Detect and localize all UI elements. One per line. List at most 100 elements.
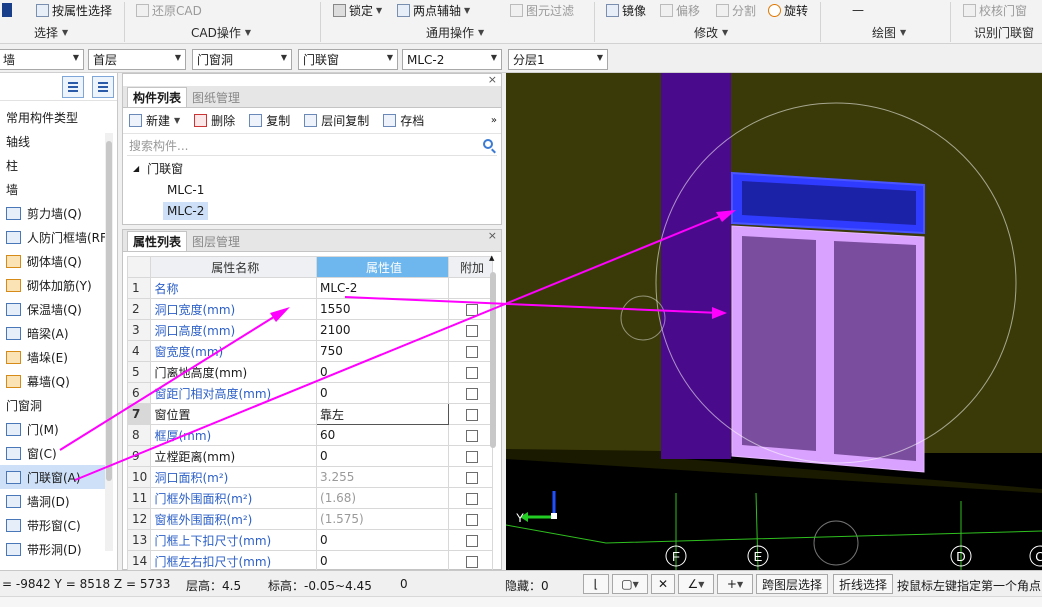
component-name-combo[interactable]: MLC-2 ▼ — [402, 49, 502, 70]
search-icon[interactable] — [483, 139, 493, 149]
property-value-cell[interactable]: 0 — [316, 550, 449, 572]
cross-layer-select-button[interactable]: 跨图层选择 — [756, 574, 828, 594]
property-value-cell[interactable]: (1.575) — [316, 508, 449, 530]
tree-item-door[interactable]: 门(M) — [0, 417, 105, 441]
extra-checkbox[interactable] — [465, 303, 478, 316]
property-row[interactable]: 8 框厚(mm) 60 — [126, 424, 494, 446]
tree-category[interactable]: 门窗洞 — [0, 393, 105, 417]
tab-property-list[interactable]: 属性列表 — [127, 231, 188, 251]
icon-view-button[interactable] — [92, 76, 114, 98]
property-row[interactable]: 7 窗位置 靠左 — [126, 403, 494, 425]
property-row[interactable]: 3 洞口高度(mm) 2100 — [126, 319, 494, 341]
tree-category[interactable]: 柱 — [0, 153, 105, 177]
tree-item-shear-wall[interactable]: 剪力墙(Q) — [0, 201, 105, 225]
property-value-cell[interactable]: 60 — [316, 424, 449, 446]
property-row[interactable]: 5 门离地高度(mm) 0 — [126, 361, 494, 383]
extra-checkbox[interactable] — [465, 387, 478, 400]
angle-snap-button[interactable]: ∠ ▼ — [678, 574, 714, 594]
tree-item[interactable]: MLC-1 — [123, 179, 501, 200]
tree-item-hidden-beam[interactable]: 暗梁(A) — [0, 321, 105, 345]
property-row[interactable]: 10 洞口面积(m²) 3.255 — [126, 466, 494, 488]
draw-group-label[interactable]: 绘图 ▼ — [872, 22, 906, 42]
attr-select-button[interactable]: 按属性选择 — [36, 2, 112, 19]
select-group-label[interactable]: 选择 ▼ — [34, 22, 68, 42]
tab-component-list[interactable]: 构件列表 — [127, 87, 188, 107]
navigator-scrollbar[interactable] — [105, 133, 113, 551]
close-icon[interactable]: × — [488, 73, 497, 86]
property-value-cell[interactable]: 0 — [316, 361, 449, 383]
delete-button[interactable]: 删除 — [194, 112, 235, 129]
new-button[interactable]: 新建 ▼ — [129, 112, 180, 129]
tree-item-wall-pier[interactable]: 墙垛(E) — [0, 345, 105, 369]
property-row[interactable]: 13 门框上下扣尺寸(mm) 0 — [126, 529, 494, 551]
more-chevron-icon[interactable]: » — [491, 115, 497, 126]
property-value-cell[interactable]: 0 — [316, 445, 449, 467]
tree-item-wall-opening[interactable]: 墙洞(D) — [0, 489, 105, 513]
mirror-button[interactable]: 镜像 — [606, 2, 646, 19]
tree-item-selected[interactable]: MLC-2 — [123, 200, 501, 221]
extra-checkbox[interactable] — [465, 324, 478, 337]
property-extra-header[interactable]: 附加 — [447, 256, 494, 278]
extra-checkbox[interactable] — [465, 513, 478, 526]
scrollbar-thumb[interactable] — [490, 272, 496, 448]
type-combo[interactable]: 墙 ▼ — [0, 49, 84, 70]
modify-group-label[interactable]: 修改 ▼ — [694, 22, 728, 42]
tree-item-curtain-wall[interactable]: 幕墙(Q) — [0, 369, 105, 393]
tab-layer-management[interactable]: 图层管理 — [187, 231, 245, 251]
line-select-button[interactable]: 折线选择 — [833, 574, 893, 594]
select-mode-button[interactable] — [2, 0, 12, 20]
ortho-toggle[interactable]: ⌊ — [583, 574, 609, 594]
property-value-cell[interactable]: 750 — [316, 340, 449, 362]
property-row[interactable]: 11 门框外围面积(m²) (1.68) — [126, 487, 494, 509]
property-value-cell[interactable]: 0 — [316, 529, 449, 551]
common-ops-group-label[interactable]: 通用操作 ▼ — [426, 22, 484, 42]
floor-combo[interactable]: 首层 ▼ — [88, 49, 186, 70]
two-point-aux-button[interactable]: 两点辅轴 ▼ — [397, 2, 470, 19]
floor-copy-button[interactable]: 层间复制 — [304, 112, 369, 129]
offset-snap-button[interactable]: + ▼ — [717, 574, 753, 594]
property-row[interactable]: 1 名称 MLC-2 — [126, 277, 494, 299]
extra-checkbox[interactable] — [465, 345, 478, 358]
category-combo[interactable]: 门窗洞 ▼ — [192, 49, 292, 70]
property-value-cell[interactable]: 2100 — [316, 319, 449, 341]
property-value-cell[interactable]: (1.68) — [316, 487, 449, 509]
expand-triangle-icon[interactable]: ◢ — [133, 164, 139, 173]
check-door-window-button[interactable]: 校核门窗 — [963, 2, 1027, 19]
element-combo[interactable]: 门联窗 ▼ — [298, 49, 398, 70]
archive-button[interactable]: 存档 — [383, 112, 424, 129]
split-button[interactable]: 分割 — [716, 2, 756, 19]
extra-checkbox[interactable] — [465, 534, 478, 547]
property-value-cell[interactable]: 3.255 — [316, 466, 449, 488]
cross-snap-toggle[interactable]: ✕ — [651, 574, 675, 594]
tree-item-window[interactable]: 窗(C) — [0, 441, 105, 465]
tree-category[interactable]: 常用构件类型 — [0, 105, 105, 129]
rotate-button[interactable]: 旋转 — [768, 2, 808, 19]
property-name-header[interactable]: 属性名称 — [150, 256, 318, 278]
tab-drawing-management[interactable]: 图纸管理 — [187, 87, 245, 107]
tree-category[interactable]: 墙 — [0, 177, 105, 201]
property-row[interactable]: 12 窗框外围面积(m²) (1.575) — [126, 508, 494, 530]
extra-checkbox[interactable] — [465, 471, 478, 484]
close-icon[interactable]: × — [488, 229, 497, 242]
scroll-up-icon[interactable]: ▲ — [489, 254, 494, 262]
component-search-input[interactable]: 搜索构件... — [127, 136, 497, 156]
restore-cad-button[interactable]: 还原CAD — [136, 2, 202, 19]
property-value-cell[interactable]: 靠左 — [316, 403, 449, 425]
extra-checkbox[interactable] — [465, 492, 478, 505]
3d-viewport[interactable]: F E D C Y — [506, 73, 1042, 570]
extra-checkbox[interactable] — [465, 429, 478, 442]
extra-checkbox[interactable] — [465, 366, 478, 379]
draw-point-button[interactable]: — — [852, 3, 864, 17]
element-filter-button[interactable]: 图元过滤 — [510, 2, 574, 19]
lock-button[interactable]: 锁定 ▼ — [333, 2, 382, 19]
property-row[interactable]: 9 立樘距离(mm) 0 — [126, 445, 494, 467]
tree-item-civil-defense-wall[interactable]: 人防门框墙(RF — [0, 225, 107, 249]
tree-item-strip-window[interactable]: 带形窗(C) — [0, 513, 105, 537]
property-row[interactable]: 2 洞口宽度(mm) 1550 — [126, 298, 494, 320]
scrollbar-thumb[interactable] — [106, 141, 112, 481]
extra-checkbox[interactable] — [465, 408, 478, 421]
property-value-cell[interactable]: 0 — [316, 382, 449, 404]
tree-item-insulation-wall[interactable]: 保温墙(Q) — [0, 297, 105, 321]
tree-item-masonry-rebar[interactable]: 砌体加筋(Y) — [0, 273, 105, 297]
property-value-header[interactable]: 属性值 — [316, 256, 449, 278]
